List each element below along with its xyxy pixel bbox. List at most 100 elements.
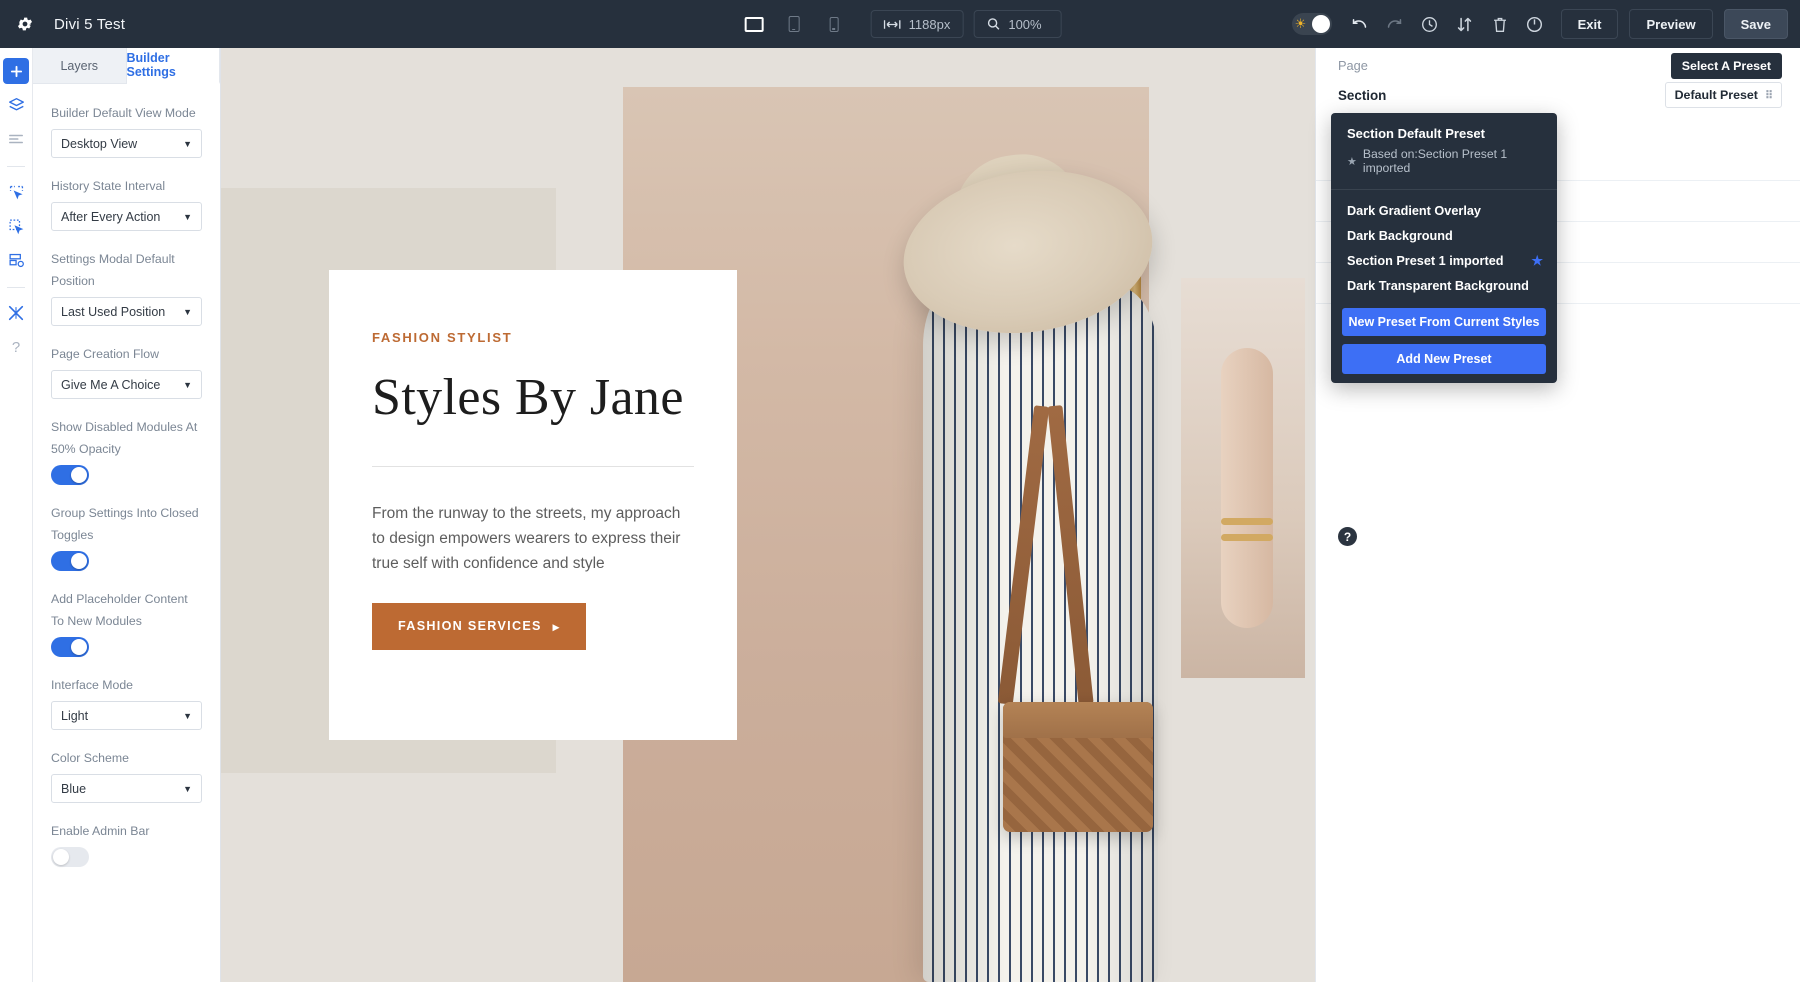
top-toolbar: Divi 5 Test 1188px 100% bbox=[0, 0, 1800, 48]
panel-tabs: Layers Builder Settings bbox=[33, 48, 220, 84]
hero-paragraph: From the runway to the streets, my appro… bbox=[372, 501, 692, 576]
field-label: Color Scheme bbox=[51, 747, 202, 769]
dropdown-item-dark-transparent-background[interactable]: Dark Transparent Background bbox=[1331, 273, 1557, 298]
field-history-state-interval: History State Interval After Every Actio… bbox=[51, 175, 202, 231]
dropdown-item-label: Dark Background bbox=[1347, 229, 1453, 243]
device-phone-button[interactable] bbox=[819, 9, 849, 39]
section-settings-panel: Page Select A Preset Section Default Pre… bbox=[1315, 48, 1800, 982]
dropdown-item-section-preset-1-imported[interactable]: Section Preset 1 imported ★ bbox=[1331, 248, 1557, 273]
color-scheme-select[interactable]: Blue ▼ bbox=[51, 774, 202, 803]
chevron-down-icon: ▼ bbox=[183, 380, 192, 390]
zoom-control[interactable]: 100% bbox=[973, 10, 1061, 38]
preset-grip-icon: ⠿ bbox=[1765, 89, 1772, 102]
gear-icon[interactable] bbox=[14, 13, 36, 35]
chevron-down-icon: ▼ bbox=[183, 307, 192, 317]
dropdown-item-dark-background[interactable]: Dark Background bbox=[1331, 223, 1557, 248]
history-icon[interactable] bbox=[1415, 9, 1445, 39]
light-dark-mode-toggle[interactable]: ☀ bbox=[1292, 13, 1332, 35]
tools-icon[interactable] bbox=[3, 300, 29, 326]
redo-icon[interactable] bbox=[1380, 9, 1410, 39]
tab-layers[interactable]: Layers bbox=[33, 48, 127, 83]
history-state-interval-select[interactable]: After Every Action ▼ bbox=[51, 202, 202, 231]
viewport-width-value: 1188px bbox=[909, 17, 951, 32]
field-label: Interface Mode bbox=[51, 674, 202, 696]
sort-icon[interactable] bbox=[1450, 9, 1480, 39]
arrow-right-icon: ▸ bbox=[553, 619, 561, 634]
add-new-preset-button[interactable]: Add New Preset bbox=[1342, 344, 1546, 374]
enable-admin-bar-toggle[interactable] bbox=[51, 847, 89, 867]
tab-builder-settings[interactable]: Builder Settings bbox=[127, 48, 221, 84]
field-label: Add Placeholder Content To New Modules bbox=[51, 588, 202, 632]
layers-icon[interactable] bbox=[3, 92, 29, 118]
bag-flap bbox=[1003, 702, 1153, 738]
show-disabled-modules-toggle[interactable] bbox=[51, 465, 89, 485]
hero-eyebrow: FASHION STYLIST bbox=[372, 330, 687, 345]
chevron-down-icon: ▼ bbox=[183, 711, 192, 721]
field-label: Show Disabled Modules At 50% Opacity bbox=[51, 416, 202, 460]
hero-heading: Styles By Jane bbox=[372, 371, 687, 426]
add-icon[interactable] bbox=[3, 58, 29, 84]
dress-shading bbox=[923, 287, 1158, 982]
field-label: Enable Admin Bar bbox=[51, 820, 202, 842]
trash-icon[interactable] bbox=[1485, 9, 1515, 39]
preset-select-button[interactable]: Default Preset ⠿ bbox=[1665, 82, 1782, 108]
tablet-icon bbox=[788, 16, 799, 32]
undo-icon[interactable] bbox=[1345, 9, 1375, 39]
dropdown-item-label: Dark Gradient Overlay bbox=[1347, 204, 1481, 218]
save-button[interactable]: Save bbox=[1724, 9, 1788, 39]
cta-label: FASHION SERVICES bbox=[398, 619, 542, 633]
settings-field-list: Builder Default View Mode Desktop View ▼… bbox=[33, 84, 220, 904]
select-value: Blue bbox=[61, 782, 86, 796]
select-preset-tooltip: Select A Preset bbox=[1671, 53, 1782, 79]
new-preset-from-current-styles-button[interactable]: New Preset From Current Styles bbox=[1342, 308, 1546, 336]
select-module-icon[interactable] bbox=[3, 179, 29, 205]
field-show-disabled-modules: Show Disabled Modules At 50% Opacity bbox=[51, 416, 202, 485]
toolbar-center-group: 1188px 100% bbox=[739, 9, 1062, 39]
device-desktop-button[interactable] bbox=[739, 9, 769, 39]
list-icon[interactable] bbox=[3, 126, 29, 152]
fashion-services-button[interactable]: FASHION SERVICES ▸ bbox=[372, 603, 586, 650]
sun-icon: ☀ bbox=[1295, 16, 1307, 32]
field-page-creation-flow: Page Creation Flow Give Me A Choice ▼ bbox=[51, 343, 202, 399]
field-label: Group Settings Into Closed Toggles bbox=[51, 502, 202, 546]
power-icon[interactable] bbox=[1520, 9, 1550, 39]
dropdown-header: Section Default Preset ★ Based on:Sectio… bbox=[1331, 113, 1557, 190]
group-settings-toggle[interactable] bbox=[51, 551, 89, 571]
phone-icon bbox=[829, 17, 838, 32]
select-value: Give Me A Choice bbox=[61, 378, 160, 392]
chevron-down-icon: ▼ bbox=[183, 139, 192, 149]
viewport-width-control[interactable]: 1188px bbox=[871, 10, 964, 38]
chevron-down-icon: ▼ bbox=[183, 784, 192, 794]
zoom-value: 100% bbox=[1008, 17, 1041, 32]
dropdown-header-subtitle: ★ Based on:Section Preset 1 imported bbox=[1347, 147, 1541, 175]
hero-text-card[interactable]: FASHION STYLIST Styles By Jane From the … bbox=[329, 270, 737, 740]
desktop-icon bbox=[744, 17, 763, 32]
toggle-knob bbox=[71, 639, 87, 655]
help-icon[interactable]: ? bbox=[3, 334, 29, 360]
preset-dropdown: Section Default Preset ★ Based on:Sectio… bbox=[1331, 113, 1557, 383]
add-placeholder-content-toggle[interactable] bbox=[51, 637, 89, 657]
exit-button[interactable]: Exit bbox=[1561, 9, 1619, 39]
dropdown-item-dark-gradient-overlay[interactable]: Dark Gradient Overlay bbox=[1331, 198, 1557, 223]
dropdown-item-list: Dark Gradient Overlay Dark Background Se… bbox=[1331, 190, 1557, 302]
breadcrumb-page[interactable]: Page bbox=[1338, 54, 1368, 73]
field-label: Builder Default View Mode bbox=[51, 102, 202, 124]
builder-settings-panel: Layers Builder Settings Builder Default … bbox=[33, 48, 221, 982]
preview-button[interactable]: Preview bbox=[1629, 9, 1712, 39]
toolbar-right-group: ☀ Exit Preview Save bbox=[1292, 9, 1788, 39]
builder-default-view-mode-select[interactable]: Desktop View ▼ bbox=[51, 129, 202, 158]
rail-divider bbox=[7, 166, 25, 167]
interface-mode-select[interactable]: Light ▼ bbox=[51, 701, 202, 730]
panel-help-icon[interactable]: ? bbox=[1338, 527, 1357, 546]
field-enable-admin-bar: Enable Admin Bar bbox=[51, 820, 202, 867]
wireframe-icon[interactable] bbox=[3, 247, 29, 273]
star-icon[interactable]: ★ bbox=[1531, 253, 1543, 269]
device-tablet-button[interactable] bbox=[779, 9, 809, 39]
left-icon-rail: ? bbox=[0, 48, 33, 982]
toolbar-left-group: Divi 5 Test bbox=[0, 13, 125, 35]
duplicate-module-icon[interactable] bbox=[3, 213, 29, 239]
field-color-scheme: Color Scheme Blue ▼ bbox=[51, 747, 202, 803]
settings-modal-default-position-select[interactable]: Last Used Position ▼ bbox=[51, 297, 202, 326]
field-label: History State Interval bbox=[51, 175, 202, 197]
page-creation-flow-select[interactable]: Give Me A Choice ▼ bbox=[51, 370, 202, 399]
